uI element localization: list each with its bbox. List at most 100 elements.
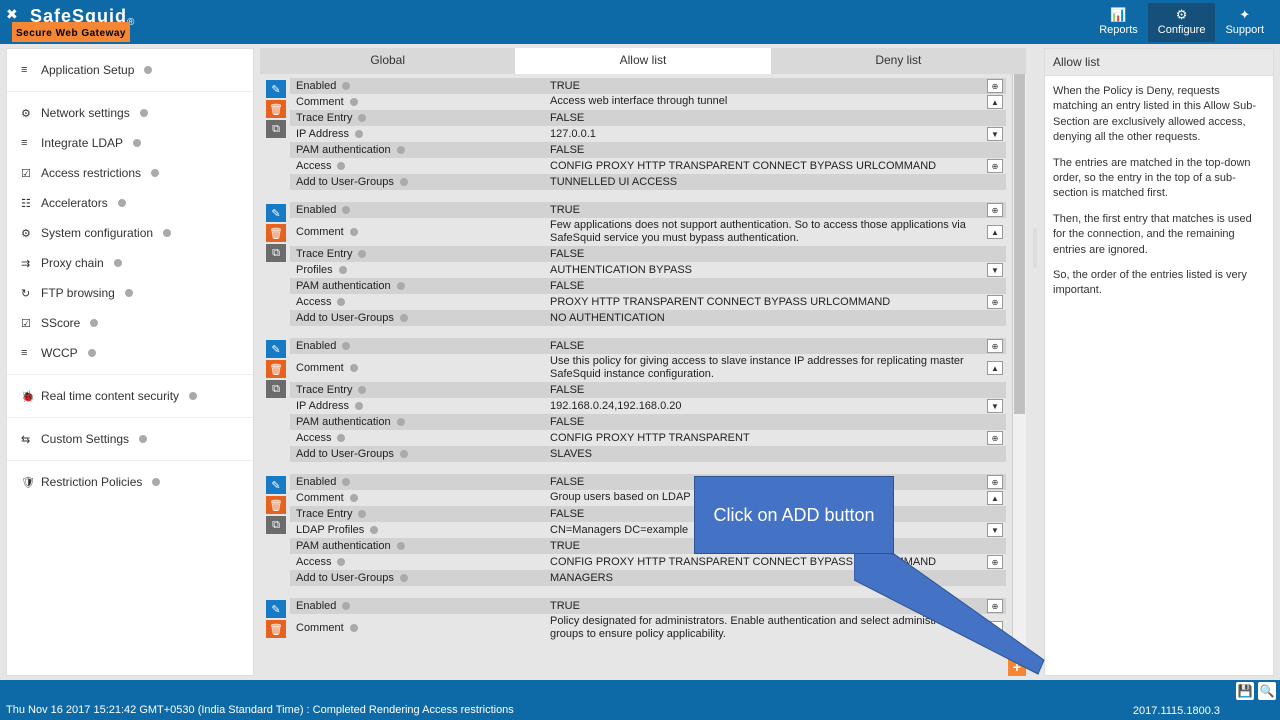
field-label: Enabled — [296, 340, 336, 352]
callout-tooltip: Click on ADD button — [694, 476, 894, 554]
sidebar-item[interactable]: ☷Accelerators — [7, 188, 253, 218]
move-bottom-icon[interactable]: ⊕ — [987, 431, 1003, 445]
delete-button[interactable]: 🗑 — [266, 224, 286, 242]
field-label: Comment — [296, 226, 344, 238]
info-icon — [350, 364, 358, 372]
vertical-scrollbar[interactable] — [1012, 74, 1026, 676]
delete-button[interactable]: 🗑 — [266, 620, 286, 638]
edit-button[interactable]: ✎ — [266, 476, 286, 494]
move-target-icon[interactable]: ⊕ — [987, 339, 1003, 353]
edit-button[interactable]: ✎ — [266, 204, 286, 222]
sidebar-item[interactable]: ☑SScore — [7, 308, 253, 338]
nav-reports[interactable]: 📊 Reports — [1089, 3, 1148, 42]
sidebar-item-label: Integrate LDAP — [41, 136, 123, 150]
sidebar-item-label: Application Setup — [41, 63, 134, 77]
field-value: PROXY HTTP TRANSPARENT CONNECT BYPASS UR… — [548, 296, 984, 308]
delete-button[interactable]: 🗑 — [266, 496, 286, 514]
clone-button[interactable]: ⧉ — [266, 244, 286, 262]
field-label: IP Address — [296, 400, 349, 412]
sidebar-item[interactable]: ⚙System configuration — [7, 218, 253, 248]
help-panel: Allow list When the Policy is Deny, requ… — [1044, 48, 1274, 676]
sidebar-item[interactable]: 🛡Restriction Policies — [7, 467, 253, 497]
info-icon — [342, 478, 350, 486]
sidebar-item-icon: ↻ — [21, 287, 33, 300]
field-label: Access — [296, 432, 331, 444]
clone-button[interactable]: ⧉ — [266, 380, 286, 398]
sidebar-item-label: Real time content security — [41, 389, 179, 403]
sidebar-item[interactable]: ≡WCCP — [7, 338, 253, 368]
info-icon — [350, 494, 358, 502]
info-icon — [397, 282, 405, 290]
field-value: Use this policy for giving access to sla… — [548, 355, 984, 381]
entry-fields: EnabledTRUE⊕ CommentAccess web interface… — [290, 78, 1006, 190]
move-up-icon[interactable]: ▲ — [987, 95, 1003, 109]
info-icon — [342, 206, 350, 214]
search-icon[interactable]: 🔍 — [1258, 682, 1276, 700]
info-icon — [400, 574, 408, 582]
info-icon — [350, 228, 358, 236]
scrollbar-thumb[interactable] — [1014, 74, 1025, 414]
add-button[interactable]: + — [1008, 658, 1026, 676]
tab-allow-list[interactable]: Allow list — [515, 48, 770, 74]
sidebar-item[interactable]: ↻FTP browsing — [7, 278, 253, 308]
clone-button[interactable]: ⧉ — [266, 120, 286, 138]
entry-fields: EnabledTRUE⊕ CommentFew applications doe… — [290, 202, 1006, 326]
sidebar-item[interactable]: ≡Integrate LDAP — [7, 128, 253, 158]
sidebar-item[interactable]: ≡Application Setup — [7, 55, 253, 85]
nav-configure[interactable]: ⚙ Configure — [1148, 3, 1216, 42]
nav-support[interactable]: ✦ Support — [1215, 3, 1274, 42]
delete-button[interactable]: 🗑 — [266, 100, 286, 118]
field-label: Enabled — [296, 600, 336, 612]
entry-fields: EnabledFALSE⊕ CommentUse this policy for… — [290, 338, 1006, 462]
sidebar-item-label: SScore — [41, 316, 80, 330]
field-value: FALSE — [548, 280, 984, 292]
move-bottom-icon[interactable]: ⊕ — [987, 159, 1003, 173]
delete-button[interactable]: 🗑 — [266, 360, 286, 378]
info-icon — [358, 114, 366, 122]
field-value: FALSE — [548, 248, 984, 260]
edit-button[interactable]: ✎ — [266, 80, 286, 98]
sidebar-item[interactable]: ☑Access restrictions — [7, 158, 253, 188]
tab-deny-list[interactable]: Deny list — [771, 48, 1026, 74]
move-up-icon[interactable]: ▲ — [987, 491, 1003, 505]
move-up-icon[interactable]: ▲ — [987, 621, 1003, 635]
panel-splitter[interactable] — [1032, 48, 1038, 676]
edit-button[interactable]: ✎ — [266, 340, 286, 358]
move-down-icon[interactable]: ▼ — [987, 399, 1003, 413]
field-value: FALSE — [548, 112, 984, 124]
info-icon — [355, 130, 363, 138]
entry-fields: EnabledFALSE⊕ CommentGroup users based o… — [290, 474, 1006, 586]
move-target-icon[interactable]: ⊕ — [987, 203, 1003, 217]
clone-button[interactable]: ⧉ — [266, 516, 286, 534]
move-up-icon[interactable]: ▲ — [987, 225, 1003, 239]
field-value: CONFIG PROXY HTTP TRANSPARENT — [548, 432, 984, 444]
move-target-icon[interactable]: ⊕ — [987, 79, 1003, 93]
move-target-icon[interactable]: ⊕ — [987, 599, 1003, 613]
help-p3: Then, the first entry that matches is us… — [1053, 212, 1265, 258]
help-p4: So, the order of the entries listed is v… — [1053, 268, 1265, 299]
move-bottom-icon[interactable]: ⊕ — [987, 555, 1003, 569]
move-down-icon[interactable]: ▼ — [987, 263, 1003, 277]
field-value: TRUE — [548, 204, 984, 216]
move-up-icon[interactable]: ▲ — [987, 361, 1003, 375]
info-icon — [350, 98, 358, 106]
tab-global[interactable]: Global — [260, 48, 515, 74]
save-icon[interactable]: 💾 — [1236, 682, 1254, 700]
edit-button[interactable]: ✎ — [266, 600, 286, 618]
field-label: LDAP Profiles — [296, 524, 364, 536]
move-down-icon[interactable]: ▼ — [987, 127, 1003, 141]
policy-entry: ✎ 🗑 ⧉ EnabledFALSE⊕ CommentUse this poli… — [266, 338, 1006, 462]
move-bottom-icon[interactable]: ⊕ — [987, 295, 1003, 309]
nav-support-label: Support — [1225, 24, 1264, 36]
sidebar-item[interactable]: ⇉Proxy chain — [7, 248, 253, 278]
move-target-icon[interactable]: ⊕ — [987, 475, 1003, 489]
field-label: PAM authentication — [296, 540, 391, 552]
sidebar-item[interactable]: ⇆Custom Settings — [7, 424, 253, 454]
sidebar-item[interactable]: 🐞Real time content security — [7, 381, 253, 411]
field-label: Enabled — [296, 80, 336, 92]
main-area: ≡Application Setup ⚙Network settings≡Int… — [0, 44, 1280, 676]
field-value: Policy designated for administrators. En… — [548, 615, 984, 641]
move-down-icon[interactable]: ▼ — [987, 523, 1003, 537]
sidebar-item[interactable]: ⚙Network settings — [7, 98, 253, 128]
field-label: Access — [296, 160, 331, 172]
